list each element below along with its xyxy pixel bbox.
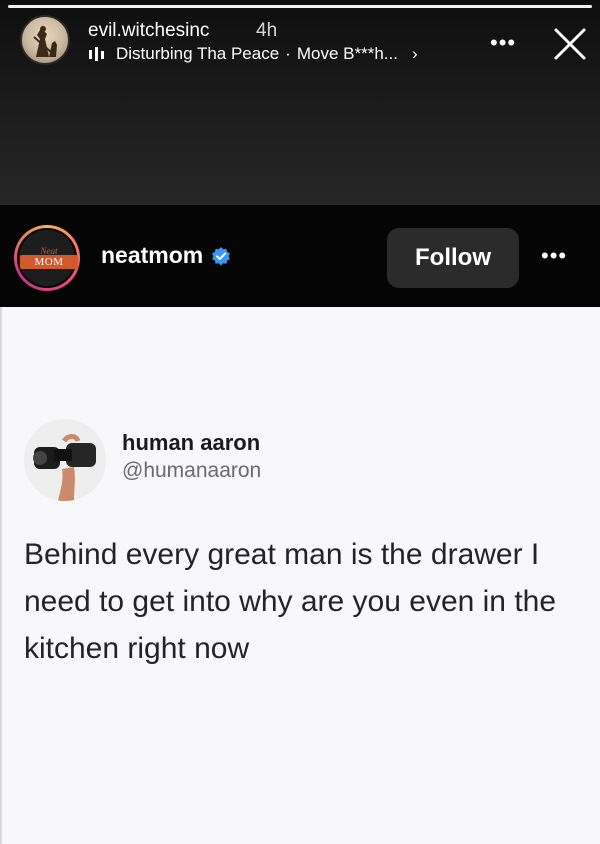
tweet-text: Behind every great man is the drawer I n… [24,538,557,665]
post-username[interactable]: neatmom [101,242,231,269]
post-header: Neat MOM neatmom Follow ••• [0,205,600,307]
story-progress-bar [8,5,592,8]
story-progress-fill [8,5,592,8]
avatar-logo-bottom-text: MOM [20,255,78,269]
tweet-author-handle: @humanaaron [122,459,262,482]
witch-silhouette-icon [33,25,57,57]
story-viewer: evil.witchesinc 4h Disturbing Tha Peace … [0,0,600,844]
chevron-right-icon: › [411,44,418,63]
music-separator: · [285,44,291,63]
post-more-options-button[interactable]: ••• [541,243,567,269]
close-icon[interactable] [552,26,588,62]
story-music-link[interactable]: Disturbing Tha Peace · Move B***h... › [88,44,418,64]
tweet-author-name: human aaron [122,430,261,455]
post-avatar-logo: Neat MOM [17,228,78,288]
story-timestamp: 4h [256,20,278,41]
tweet-avatar [24,419,106,501]
post-avatar[interactable]: Neat MOM [14,225,80,291]
music-bars-icon [89,47,104,61]
music-title: Move B***h... [296,44,398,63]
verified-badge-icon [212,246,231,265]
tweet-card: human aaron @humanaaron Behind every gre… [0,307,600,844]
binoculars-icon [24,419,106,501]
follow-button[interactable]: Follow [387,228,519,288]
story-avatar[interactable] [20,15,70,65]
story-header: evil.witchesinc 4h Disturbing Tha Peace … [0,12,600,82]
post-username-text: neatmom [101,242,204,268]
card-edge-divider [0,307,2,844]
story-username[interactable]: evil.witchesinc [88,20,209,42]
music-artist: Disturbing Tha Peace [116,44,280,63]
story-more-options-button[interactable]: ••• [490,30,516,56]
